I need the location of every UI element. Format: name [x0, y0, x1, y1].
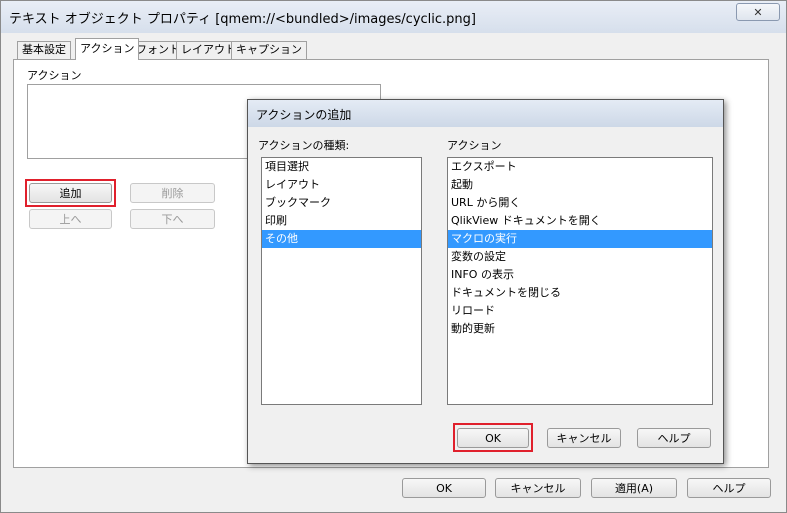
list-item[interactable]: 印刷: [262, 212, 421, 230]
dialog-title-bar: アクションの追加: [248, 100, 723, 127]
list-item[interactable]: 項目選択: [262, 158, 421, 176]
move-up-button[interactable]: 上へ: [29, 209, 112, 229]
list-item[interactable]: リロード: [448, 302, 712, 320]
delete-action-button[interactable]: 削除: [130, 183, 215, 203]
list-item[interactable]: レイアウト: [262, 176, 421, 194]
list-item[interactable]: 動的更新: [448, 320, 712, 338]
move-down-button[interactable]: 下へ: [130, 209, 215, 229]
dialog-help-button[interactable]: ヘルプ: [637, 428, 711, 448]
list-item-selected[interactable]: その他: [262, 230, 421, 248]
list-item[interactable]: INFO の表示: [448, 266, 712, 284]
list-item[interactable]: URL から開く: [448, 194, 712, 212]
actions-group-label: アクション: [27, 69, 82, 82]
action-type-list[interactable]: 項目選択 レイアウト ブックマーク 印刷 その他: [261, 157, 422, 405]
tab-general[interactable]: 基本設定: [17, 41, 71, 59]
list-item[interactable]: エクスポート: [448, 158, 712, 176]
add-button-highlight: [25, 179, 116, 207]
list-item[interactable]: ブックマーク: [262, 194, 421, 212]
action-label: アクション: [447, 139, 502, 152]
list-item[interactable]: 変数の設定: [448, 248, 712, 266]
help-button[interactable]: ヘルプ: [687, 478, 771, 498]
list-item[interactable]: 起動: [448, 176, 712, 194]
list-item[interactable]: QlikView ドキュメントを開く: [448, 212, 712, 230]
close-button[interactable]: ✕: [736, 3, 780, 21]
dialog-ok-highlight: [453, 423, 533, 452]
ok-button[interactable]: OK: [402, 478, 486, 498]
action-list[interactable]: エクスポート 起動 URL から開く QlikView ドキュメントを開く マク…: [447, 157, 713, 405]
window-title: テキスト オブジェクト プロパティ [qmem://<bundled>/imag…: [9, 12, 476, 27]
title-bar: テキスト オブジェクト プロパティ [qmem://<bundled>/imag…: [1, 1, 786, 33]
apply-button[interactable]: 適用(A): [591, 478, 677, 498]
cancel-button[interactable]: キャンセル: [495, 478, 581, 498]
tab-caption[interactable]: キャプション: [231, 41, 307, 59]
dialog-cancel-button[interactable]: キャンセル: [547, 428, 621, 448]
tab-actions[interactable]: アクション: [75, 38, 140, 60]
close-icon: ✕: [753, 5, 763, 19]
list-item-selected[interactable]: マクロの実行: [448, 230, 712, 248]
action-type-label: アクションの種類:: [258, 139, 350, 152]
dialog-title: アクションの追加: [256, 108, 352, 122]
add-action-dialog: アクションの追加 アクションの種類: アクション 項目選択 レイアウト ブックマ…: [247, 99, 724, 464]
list-item[interactable]: ドキュメントを閉じる: [448, 284, 712, 302]
